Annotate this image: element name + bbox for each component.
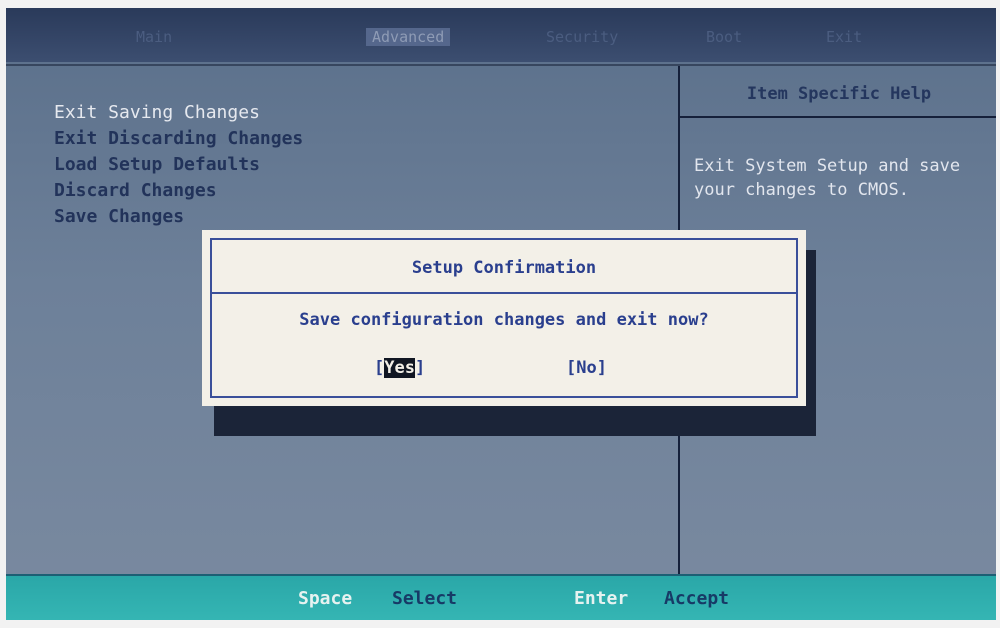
dialog-divider bbox=[212, 292, 796, 294]
status-bar: Space Select Enter Accept bbox=[6, 574, 996, 620]
setup-confirmation-dialog: Setup Confirmation Save configuration ch… bbox=[202, 230, 806, 406]
status-key-enter: Enter bbox=[574, 588, 629, 609]
tab-advanced[interactable]: Advanced bbox=[366, 28, 451, 46]
dialog-title: Setup Confirmation bbox=[411, 258, 597, 278]
status-desc-accept: Accept bbox=[664, 588, 730, 609]
help-text: Exit System Setup and save your changes … bbox=[694, 156, 961, 200]
help-title: Item Specific Help bbox=[746, 84, 932, 104]
yes-bracket-close: ] bbox=[414, 358, 426, 378]
menu-item-discard-changes[interactable]: Discard Changes bbox=[54, 178, 303, 204]
no-button[interactable]: [No] bbox=[566, 358, 607, 378]
tab-boot[interactable]: Boot bbox=[706, 28, 742, 46]
menu-item-exit-discarding-changes[interactable]: Exit Discarding Changes bbox=[54, 126, 303, 152]
dialog-frame: Setup Confirmation Save configuration ch… bbox=[210, 238, 798, 398]
menu-bar: Main Advanced Security Boot Exit bbox=[6, 8, 996, 62]
status-desc-select: Select bbox=[392, 588, 458, 609]
tab-security[interactable]: Security bbox=[546, 28, 618, 46]
menu-item-save-changes[interactable]: Save Changes bbox=[54, 204, 303, 230]
bios-screen: Main Advanced Security Boot Exit Exit Sa… bbox=[6, 8, 996, 620]
menu-item-exit-saving-changes[interactable]: Exit Saving Changes bbox=[54, 100, 303, 126]
yes-label: Yes bbox=[384, 358, 415, 378]
help-divider bbox=[680, 116, 996, 118]
exit-menu-list: Exit Saving Changes Exit Discarding Chan… bbox=[54, 100, 303, 230]
menu-item-load-setup-defaults[interactable]: Load Setup Defaults bbox=[54, 152, 303, 178]
status-key-space: Space bbox=[298, 588, 353, 609]
yes-bracket-open: [ bbox=[374, 358, 385, 378]
dialog-message: Save configuration changes and exit now? bbox=[299, 310, 709, 330]
yes-button[interactable]: [Yes] bbox=[374, 358, 425, 378]
tab-main[interactable]: Main bbox=[136, 28, 172, 46]
tab-exit[interactable]: Exit bbox=[826, 28, 862, 46]
